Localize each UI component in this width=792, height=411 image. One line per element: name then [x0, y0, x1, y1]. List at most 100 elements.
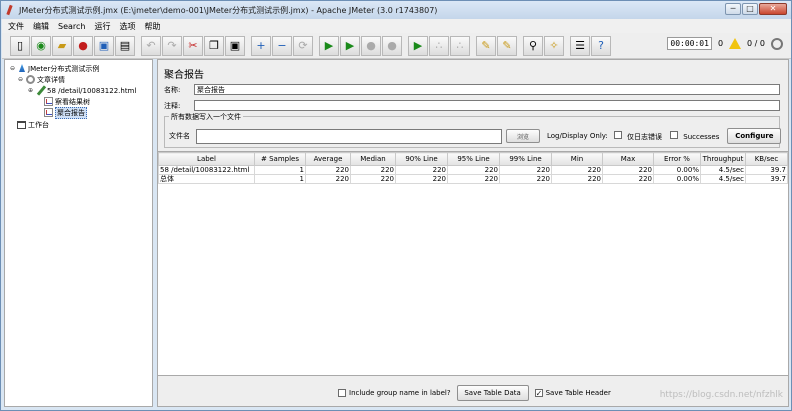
- clear-all-icon[interactable]: ✎: [497, 35, 517, 56]
- include-group-checkbox[interactable]: Include group name in label?: [338, 389, 451, 397]
- title-bar: JMeter分布式测试示例.jmx (E:\jmeter\demo-001\JM…: [1, 1, 791, 19]
- table-cell: 1: [254, 174, 306, 184]
- stop-icon[interactable]: ●: [361, 35, 381, 56]
- redo-icon[interactable]: ↷: [162, 35, 182, 56]
- column-header[interactable]: Max: [602, 152, 654, 166]
- results-table: Label # Samples Average Median 90% Line …: [158, 152, 788, 184]
- save-table-data-button[interactable]: Save Table Data: [456, 385, 529, 401]
- table-cell: 220: [395, 174, 448, 184]
- include-group-box[interactable]: [338, 389, 346, 397]
- save-icon[interactable]: ▣: [94, 35, 114, 56]
- browse-button[interactable]: 浏览: [506, 129, 540, 143]
- successes-box[interactable]: [670, 131, 679, 139]
- remote-start-icon[interactable]: ▶: [408, 35, 428, 56]
- expand-toggle-icon[interactable]: ⊕: [27, 87, 34, 94]
- table-row[interactable]: 总体 1 220 220 220 220 220 220 220 0.00% 4…: [158, 174, 788, 184]
- save-screenshot-icon[interactable]: ▤: [115, 35, 135, 56]
- copy-icon[interactable]: ❐: [204, 35, 224, 56]
- start-no-pause-icon[interactable]: ▶: [340, 35, 360, 56]
- minimize-button[interactable]: ─: [725, 3, 741, 15]
- remote-stop-icon[interactable]: ∴: [429, 35, 449, 56]
- column-header[interactable]: 99% Line: [499, 152, 552, 166]
- listener-icon: [44, 108, 53, 117]
- tree-label: 聚合报告: [55, 106, 87, 119]
- table-cell: 220: [499, 165, 552, 175]
- cut-icon[interactable]: ✂: [183, 35, 203, 56]
- menu-search[interactable]: Search: [58, 22, 85, 31]
- column-header[interactable]: Label: [158, 152, 255, 166]
- column-header[interactable]: 90% Line: [395, 152, 448, 166]
- thread-count: 0 / 0: [747, 39, 765, 48]
- tree-node-plan[interactable]: ⊖ JMeter分布式测试示例: [9, 63, 99, 74]
- comment-field[interactable]: [194, 100, 780, 111]
- tree-node-sampler[interactable]: ⊕ 58 /detail/10083122.html: [27, 85, 136, 96]
- file-output-group: 所有数据写入一个文件 文件名 浏览 Log/Display Only: 仅日志错…: [164, 112, 782, 148]
- menu-run[interactable]: 运行: [94, 21, 110, 32]
- table-cell: 1: [254, 165, 306, 175]
- http-sampler-icon: [36, 86, 45, 95]
- jmeter-icon: [5, 5, 15, 15]
- warning-count: 0: [717, 39, 724, 48]
- toggle-icon[interactable]: ⟳: [293, 35, 313, 56]
- column-header[interactable]: 95% Line: [447, 152, 500, 166]
- help-icon[interactable]: ?: [591, 35, 611, 56]
- table-cell: 220: [350, 165, 396, 175]
- tree-node-thread-group[interactable]: ⊖ 文章详情: [17, 74, 65, 85]
- save-header-checkbox[interactable]: Save Table Header: [534, 389, 611, 397]
- function-helper-icon[interactable]: ☰: [570, 35, 590, 56]
- collapse-toggle-icon[interactable]: ⊖: [9, 65, 16, 72]
- collapse-toggle-icon[interactable]: ⊖: [17, 76, 24, 83]
- column-header[interactable]: Average: [305, 152, 351, 166]
- collapse-all-icon[interactable]: −: [272, 35, 292, 56]
- successes-label: Successes: [683, 133, 720, 141]
- configure-button[interactable]: Configure: [727, 128, 782, 144]
- app-window: JMeter分布式测试示例.jmx (E:\jmeter\demo-001\JM…: [0, 0, 792, 411]
- table-cell: 220: [350, 174, 396, 184]
- menu-edit[interactable]: 编辑: [33, 21, 49, 32]
- column-header[interactable]: Median: [350, 152, 396, 166]
- templates-icon[interactable]: ◉: [31, 35, 51, 56]
- tree-label: 58 /detail/10083122.html: [47, 86, 137, 95]
- errors-only-box[interactable]: [613, 130, 622, 139]
- filename-field[interactable]: [196, 128, 502, 144]
- toolbar: ▯ ◉ ▰ ● ▣ ▤ ↶ ↷ ✂ ❐ ▣ + − ⟳ ▶ ▶ ● ● ▶ ∴ …: [2, 33, 791, 59]
- menu-options[interactable]: 选项: [119, 21, 135, 32]
- successes-checkbox[interactable]: Successes: [670, 131, 719, 141]
- table-cell: 220: [305, 165, 351, 175]
- remote-shutdown-icon[interactable]: ∴: [450, 35, 470, 56]
- shutdown-icon[interactable]: ●: [382, 35, 402, 56]
- expand-all-icon[interactable]: +: [251, 35, 271, 56]
- new-icon[interactable]: ▯: [10, 35, 30, 56]
- close-plan-icon[interactable]: ●: [73, 35, 93, 56]
- search-icon[interactable]: ⚲: [523, 35, 543, 56]
- close-button[interactable]: ✕: [759, 3, 787, 15]
- column-header[interactable]: Throughput: [700, 152, 746, 166]
- test-plan-tree: ⊖ JMeter分布式测试示例 ⊖ 文章详情 ⊕ 58 /detail/1008…: [4, 59, 153, 407]
- column-header[interactable]: Min: [551, 152, 603, 166]
- elapsed-timer: 00:00:01: [667, 37, 712, 50]
- column-header[interactable]: Error %: [653, 152, 701, 166]
- tree-node-results-tree[interactable]: 察看结果树: [44, 96, 90, 107]
- watermark: https://blog.csdn.net/nfzhlk: [659, 390, 783, 400]
- menu-file[interactable]: 文件: [8, 21, 24, 32]
- errors-only-checkbox[interactable]: 仅日志错误: [613, 130, 662, 142]
- save-header-label: Save Table Header: [545, 389, 611, 397]
- paste-icon[interactable]: ▣: [225, 35, 245, 56]
- start-icon[interactable]: ▶: [319, 35, 339, 56]
- save-header-box[interactable]: [534, 389, 543, 397]
- maximize-button[interactable]: □: [742, 3, 758, 15]
- tree-node-aggregate-report[interactable]: 聚合报告: [44, 106, 87, 119]
- reset-search-icon[interactable]: ✧: [544, 35, 564, 56]
- table-row[interactable]: 58 /detail/10083122.html 1 220 220 220 2…: [158, 165, 788, 175]
- fieldset-legend: 所有数据写入一个文件: [169, 112, 243, 122]
- column-header[interactable]: # Samples: [254, 152, 306, 166]
- warning-icon[interactable]: [729, 38, 742, 49]
- open-icon[interactable]: ▰: [52, 35, 72, 56]
- menu-help[interactable]: 帮助: [144, 21, 160, 32]
- column-header[interactable]: KB/sec: [745, 152, 788, 166]
- tree-node-workbench[interactable]: 工作台: [17, 119, 49, 130]
- table-cell: 58 /detail/10083122.html: [158, 165, 255, 175]
- name-field[interactable]: [194, 84, 780, 95]
- undo-icon[interactable]: ↶: [141, 35, 161, 56]
- clear-icon[interactable]: ✎: [476, 35, 496, 56]
